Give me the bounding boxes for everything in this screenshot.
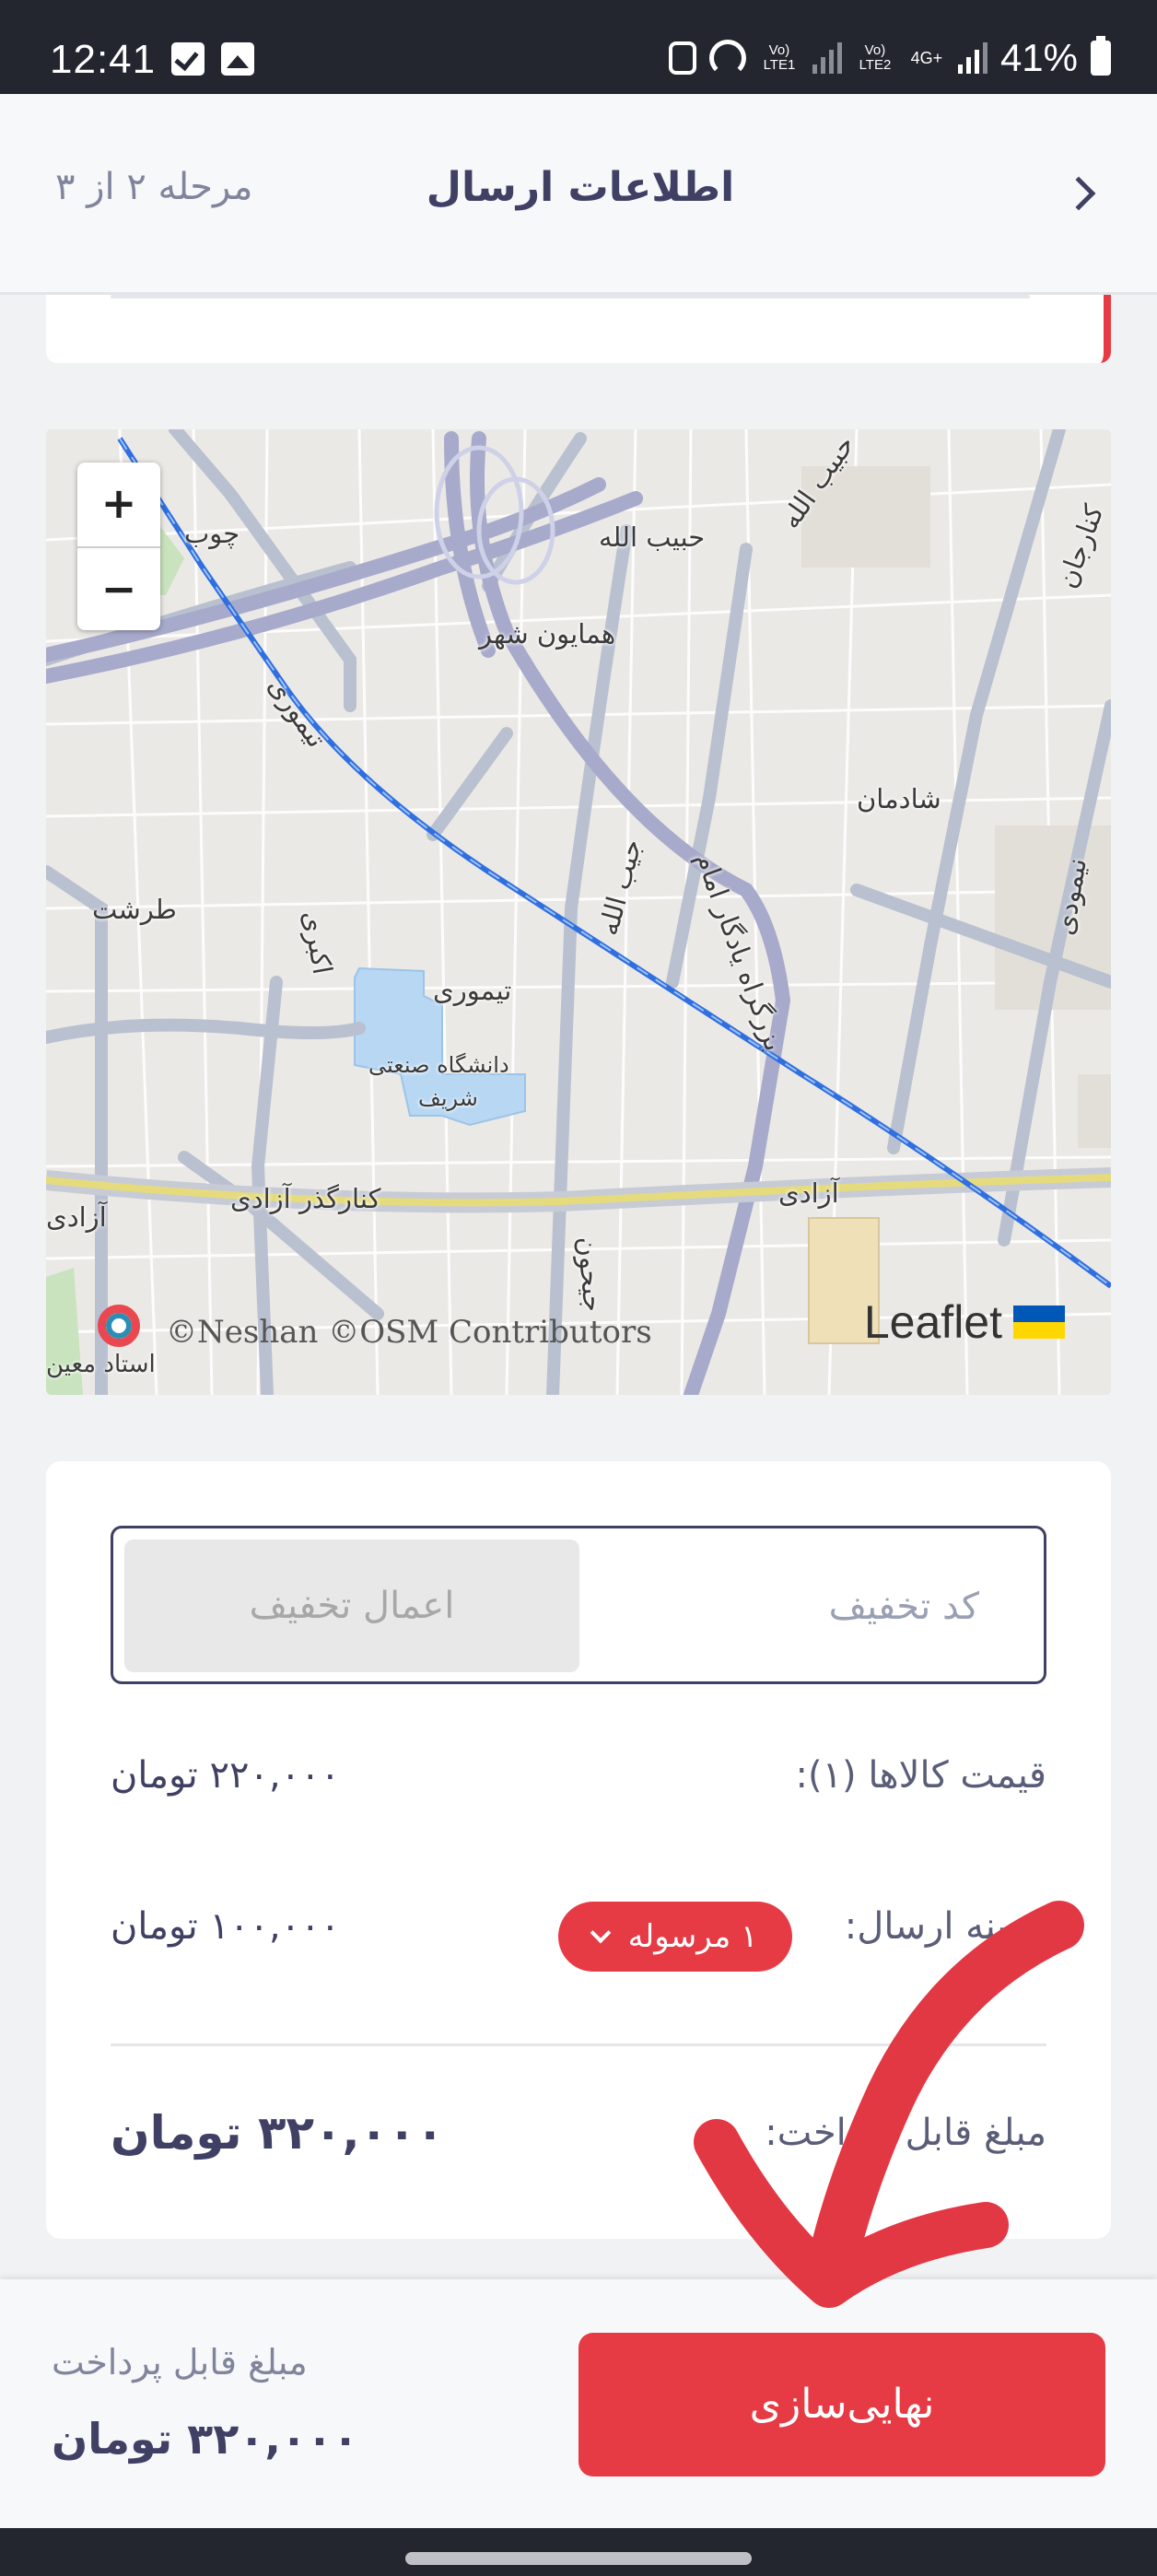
map-label: شادمان [857,783,941,814]
lock-icon [668,41,696,75]
map-label: دانشگاه صنعتی [368,1052,509,1078]
checkout-bar: مبلغ قابل پرداخت ۳۲۰,۰۰۰ تومان نهایی‌ساز… [0,2279,1157,2528]
payable-label: مبلغ قابل پرداخت [52,2342,308,2383]
discount-box: اعمال تخفیف [111,1526,1046,1684]
map-label: آزادی [46,1201,107,1233]
signal1-icon [812,42,842,74]
status-icons: Vo) LTE1 Vo) LTE2 4G+ 41% [668,35,1111,81]
lte2-label: Vo) LTE2 [859,42,892,73]
map-label: حبیب الله [599,521,706,553]
checkbox-notification-icon [171,42,205,76]
neshan-logo-icon [98,1305,140,1347]
map-label: استاد معین [46,1351,156,1378]
zoom-in-button[interactable]: + [77,463,160,546]
map-label: آزادی [778,1177,839,1209]
leaflet-link[interactable]: Leaflet [864,1295,1002,1349]
map-label: تیموری [433,975,512,1006]
map-label: جیحون [571,1235,610,1314]
order-summary-card: اعمال تخفیف قیمت کالاها (۱): ۲۲۰,۰۰۰ توم… [46,1461,1111,2239]
apply-discount-button[interactable]: اعمال تخفیف [124,1540,579,1672]
page-title: اطلاعات ارسال [426,164,735,211]
map-attribution[interactable]: ©Neshan ©OSM Contributors [166,1314,652,1351]
step-indicator: مرحله ۲ از ۳ [55,166,253,208]
signal2-icon [957,42,988,74]
shipping-package-select[interactable]: ۱ مرسوله [558,1902,792,1972]
chevron-down-icon [590,1922,611,1944]
discount-code-input[interactable] [666,1575,979,1639]
divider [111,2043,1046,2046]
home-indicator[interactable] [405,2552,752,2565]
map-label: کنارگذر آزادی [230,1183,381,1214]
chevron-right-icon [1061,176,1096,211]
map-label: شریف [418,1085,478,1111]
shipping-cost-label: هزینه ارسال: [844,1905,1046,1948]
items-price-value: ۲۲۰,۰۰۰ تومان [111,1754,341,1797]
zoom-out-button[interactable]: − [77,546,160,630]
image-notification-icon [221,42,254,76]
network-type-label: 4G+ [910,49,943,67]
payable-value: ۳۲۰,۰۰۰ تومان [52,2414,359,2464]
app-header: اطلاعات ارسال مرحله ۲ از ۳ [0,94,1157,295]
map-label: چوب [184,518,240,549]
battery-percent: 41% [999,36,1078,79]
hotspot-icon [708,40,746,76]
back-button[interactable] [1046,157,1120,230]
leaflet-attribution[interactable]: Leaflet [864,1295,1065,1349]
total-label: مبلغ قابل پرداخت: [765,2112,1046,2154]
finalize-button[interactable]: نهایی‌سازی [578,2333,1105,2476]
status-time: 12:41 [50,37,157,82]
navigation-bar [0,2528,1157,2576]
map-label: همایون شهر [479,618,616,650]
battery-icon [1091,36,1111,76]
shipping-package-label: ۱ مرسوله [627,1918,758,1955]
address-card-bottom [46,295,1111,363]
ukraine-flag-icon [1013,1306,1065,1339]
items-price-label: قیمت کالاها (۱): [795,1754,1046,1797]
shipping-cost-value: ۱۰۰,۰۰۰ تومان [111,1905,341,1948]
total-value: ۳۲۰,۰۰۰ تومان [111,2106,445,2160]
lte1-label: Vo) LTE1 [763,42,796,73]
map-view[interactable]: حبیب الله حبیب الله همایون شهر شادمان نی… [46,429,1111,1395]
map-label: طرشت [92,894,177,925]
status-bar: 12:41 Vo) LTE1 Vo) LTE2 4G+ 41% [0,0,1157,94]
zoom-control: + − [77,463,160,630]
